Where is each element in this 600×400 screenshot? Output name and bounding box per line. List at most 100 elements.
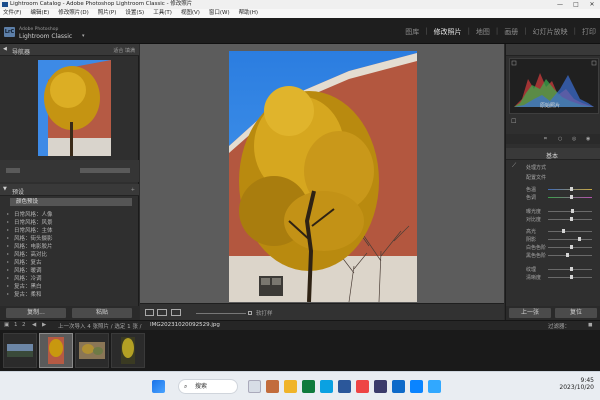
menu-settings[interactable]: 设置(S) — [125, 9, 144, 18]
menu-view[interactable]: 视图(V) — [181, 9, 200, 18]
navigator-zoom[interactable]: 适合 填满 — [113, 47, 135, 54]
chevron-down-icon[interactable]: ▾ — [82, 33, 85, 39]
lightroom-taskbar-icon[interactable] — [428, 380, 441, 393]
windows-start-icon[interactable] — [152, 380, 165, 393]
collapse-triangle-icon[interactable]: ◀ — [3, 46, 7, 52]
basic-panel-header[interactable]: 基本 — [506, 148, 600, 160]
filmstrip-bar: ▣ 1 2 ◀ ▶ 上一次导入 4 张照片 / 选定 1 张 / IMG2023… — [0, 320, 600, 330]
view-toolbar: 软打样 — [140, 303, 504, 320]
task-view-icon[interactable] — [248, 380, 261, 393]
module-library[interactable]: 图库 — [405, 27, 419, 37]
app-icon-6[interactable] — [392, 380, 405, 393]
filmstrip-thumbnail[interactable] — [111, 333, 145, 368]
expand-triangle-icon[interactable]: ▼ — [3, 186, 7, 192]
preset-item[interactable]: 复古：柔和 — [7, 290, 41, 298]
blacks-slider[interactable] — [548, 255, 592, 256]
copy-settings-button[interactable]: 复制... — [6, 308, 66, 318]
module-print[interactable]: 打印 — [582, 27, 596, 37]
filter-label: 过滤器： — [548, 324, 571, 330]
module-develop[interactable]: 修改照片 — [434, 27, 462, 37]
grid-icon[interactable]: ▣ — [4, 322, 9, 328]
navigator-header[interactable]: ◀ 导航器 适合 填满 — [0, 44, 139, 56]
app-icon-4[interactable] — [356, 380, 369, 393]
page-right[interactable]: 2 — [22, 322, 26, 328]
label-texture: 纹理 — [526, 267, 537, 273]
label-highlights: 高光 — [526, 229, 537, 235]
filter-toggle-icon[interactable]: ◼ — [588, 322, 593, 328]
app-icon-1[interactable] — [266, 380, 279, 393]
eyedropper-icon[interactable]: ⟋ — [512, 162, 516, 170]
preset-item[interactable]: 风格：冷调 — [7, 274, 41, 282]
exposure-slider[interactable] — [548, 211, 592, 212]
preset-item[interactable]: 日常风格：主体 — [7, 226, 52, 234]
zoom-slider[interactable] — [196, 313, 246, 314]
app-icon-3[interactable] — [338, 380, 351, 393]
app-icon-7[interactable] — [410, 380, 423, 393]
original-photo-toggle[interactable]: ☐ — [511, 118, 516, 125]
image-canvas[interactable] — [140, 44, 504, 303]
back-arrow-icon[interactable]: ◀ — [32, 322, 36, 328]
survey-view-icon[interactable] — [171, 309, 181, 316]
reset-button[interactable]: 复位 — [555, 308, 597, 318]
page-left[interactable]: 1 — [14, 322, 18, 328]
menu-photo[interactable]: 照片(P) — [98, 9, 117, 18]
minimize-button[interactable]: — — [552, 0, 568, 9]
filmstrip-info[interactable]: 上一次导入 4 张照片 / 选定 1 张 / — [58, 322, 141, 330]
shadows-slider[interactable] — [548, 239, 592, 240]
edge-browser-icon[interactable] — [320, 380, 333, 393]
highlights-slider[interactable] — [548, 231, 592, 232]
compare-view-icon[interactable] — [157, 309, 167, 316]
menu-tools[interactable]: 工具(T) — [153, 9, 172, 18]
label-temp: 色温 — [526, 187, 537, 193]
histogram-header[interactable] — [506, 44, 600, 56]
windows-taskbar: ⌕ 搜索 9:45 2023/10/20 — [0, 371, 600, 400]
paste-settings-button[interactable]: 粘贴 — [72, 308, 132, 318]
mask-icon[interactable]: ◎ — [572, 136, 576, 142]
thumb-image — [7, 344, 33, 357]
redeye-icon[interactable]: ◉ — [586, 136, 590, 142]
maximize-button[interactable]: □ — [568, 0, 584, 9]
preset-item[interactable]: 风格：高对比 — [7, 250, 47, 258]
main-photo[interactable] — [229, 51, 417, 302]
close-button[interactable]: ✕ — [584, 0, 600, 9]
app-icon-2[interactable] — [302, 380, 315, 393]
preset-group-color[interactable]: 颜色预设 — [10, 198, 132, 206]
search-text: 搜索 — [195, 383, 208, 390]
module-slideshow[interactable]: 幻灯片放映 — [533, 27, 568, 37]
preset-item[interactable]: 风格：暖调 — [7, 266, 41, 274]
navigator-preview[interactable] — [38, 60, 111, 156]
menu-file[interactable]: 文件(F) — [3, 9, 21, 18]
preset-item[interactable]: 风格：复古 — [7, 258, 41, 266]
module-map[interactable]: 地图 — [476, 27, 490, 37]
label-clarity: 清晰度 — [526, 275, 542, 281]
filmstrip-thumbnail[interactable] — [3, 333, 37, 368]
label-profile: 配置文件 — [526, 175, 547, 181]
menu-help[interactable]: 帮助(H) — [239, 9, 258, 18]
preset-item[interactable]: 风格：街头摄影 — [7, 234, 52, 242]
preset-item[interactable]: 风格：电影胶片 — [7, 242, 52, 250]
add-preset-icon[interactable]: + — [131, 187, 135, 193]
loupe-view-icon[interactable] — [145, 309, 154, 316]
heal-icon[interactable]: ○ — [558, 136, 562, 142]
menu-window[interactable]: 窗口(W) — [209, 9, 230, 18]
filmstrip-thumbnail-selected[interactable] — [39, 333, 73, 368]
preset-item[interactable]: 复古：黑白 — [7, 282, 41, 290]
softproof-checkbox[interactable] — [248, 311, 252, 315]
presets-header[interactable]: ▼ 预设 + — [0, 184, 139, 196]
app-icon-5[interactable] — [374, 380, 387, 393]
filmstrip-thumbnail[interactable] — [75, 333, 109, 368]
tool-strip: ⌗ ○ ◎ ◉ — [506, 134, 600, 144]
menu-develop[interactable]: 修改照片(D) — [58, 9, 89, 18]
file-explorer-icon[interactable] — [284, 380, 297, 393]
system-clock[interactable]: 9:45 2023/10/20 — [559, 377, 594, 391]
label-blacks: 黑色色阶 — [526, 253, 547, 259]
taskbar-search[interactable]: ⌕ 搜索 — [178, 379, 238, 394]
zoom-slider-area[interactable] — [0, 160, 139, 182]
previous-button[interactable]: 上一张 — [509, 308, 551, 318]
module-book[interactable]: 画册 — [504, 27, 518, 37]
menu-edit[interactable]: 编辑(E) — [30, 9, 49, 18]
forward-arrow-icon[interactable]: ▶ — [42, 322, 46, 328]
preset-item[interactable]: 日常风格：风景 — [7, 218, 52, 226]
preset-item[interactable]: 日常风格：人像 — [7, 210, 52, 218]
crop-icon[interactable]: ⌗ — [544, 136, 547, 142]
